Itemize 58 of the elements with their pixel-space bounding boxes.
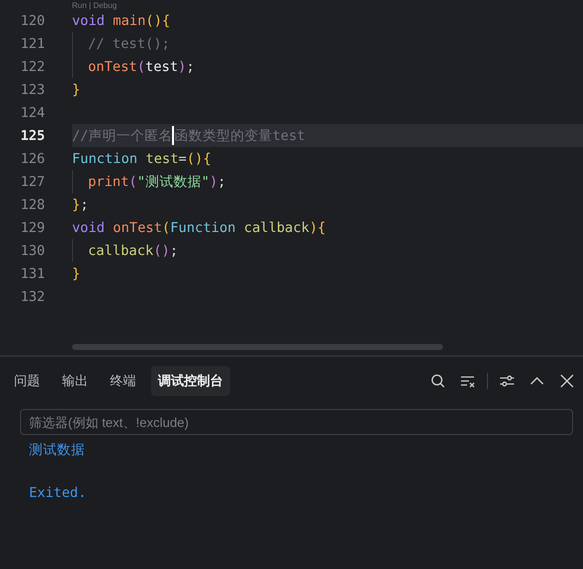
line-number: 122 [19,58,45,74]
close-icon[interactable] [559,373,575,389]
scrollbar[interactable] [72,344,443,350]
line-number: 127 [19,174,45,190]
text-cursor [172,126,174,145]
function-name: print [88,174,129,190]
line-number: 125 [19,128,45,144]
line-number: 130 [19,242,45,258]
line-number: 120 [19,12,45,28]
punctuation-token: ; [218,174,226,190]
variable-token: test [145,58,178,74]
console-output: 测试数据 [29,442,85,458]
filter-field[interactable]: 筛选器(例如 text、!exclude) [20,409,573,435]
paren-token: ( [128,174,138,190]
paren-token: ) [209,174,218,190]
panel-tab[interactable]: 调试控制台 [151,366,230,396]
bracket-token: ( [162,220,170,236]
bracket-token: } [72,266,80,282]
type-token: Function [170,220,237,236]
punctuation-token: ; [80,196,88,212]
sliders-icon[interactable] [499,373,515,389]
line-number: 123 [19,82,45,98]
bracket-token: } [72,82,80,98]
code-comment: //声明一个匿名 [72,126,172,144]
panel-tab[interactable]: 输出 [55,366,95,396]
panel-tab[interactable]: 问题 [7,366,47,396]
line-number: 124 [19,104,45,120]
type-token: Function [72,150,138,166]
string-literal: "测试数据" [137,172,210,190]
search-icon[interactable] [430,373,446,389]
bracket-token: } [72,196,80,212]
function-name: onTest [112,220,162,236]
function-name: onTest [88,58,138,74]
line-number: 121 [19,36,45,52]
line-number: 132 [19,288,45,304]
identifier-token: test [146,150,178,166]
code-comment: // test(); [88,36,170,52]
function-name: main [112,12,146,28]
code-comment: 函数类型的变量test [174,126,306,144]
bracket-token: (){ [146,12,170,28]
bracket-token: (){ [186,150,212,166]
punctuation-token: = [178,150,187,166]
line-number: 126 [19,150,45,166]
line-number: 131 [19,266,45,282]
paren-token: ) [178,58,186,74]
identifier-token: callback [88,242,154,258]
console-output: Exited. [29,485,86,501]
keyword-token: void [72,12,106,28]
bracket-token: ){ [309,220,326,236]
line-number: 128 [19,196,45,212]
punctuation-token: ; [170,242,178,258]
identifier-token: callback [244,220,310,236]
keyword-token: void [72,220,106,236]
panel-tab[interactable]: 终端 [103,366,143,396]
punctuation-token: ; [186,58,194,74]
paren-token: () [153,242,170,258]
paren-token: ( [137,58,146,74]
line-number: 129 [19,220,45,236]
